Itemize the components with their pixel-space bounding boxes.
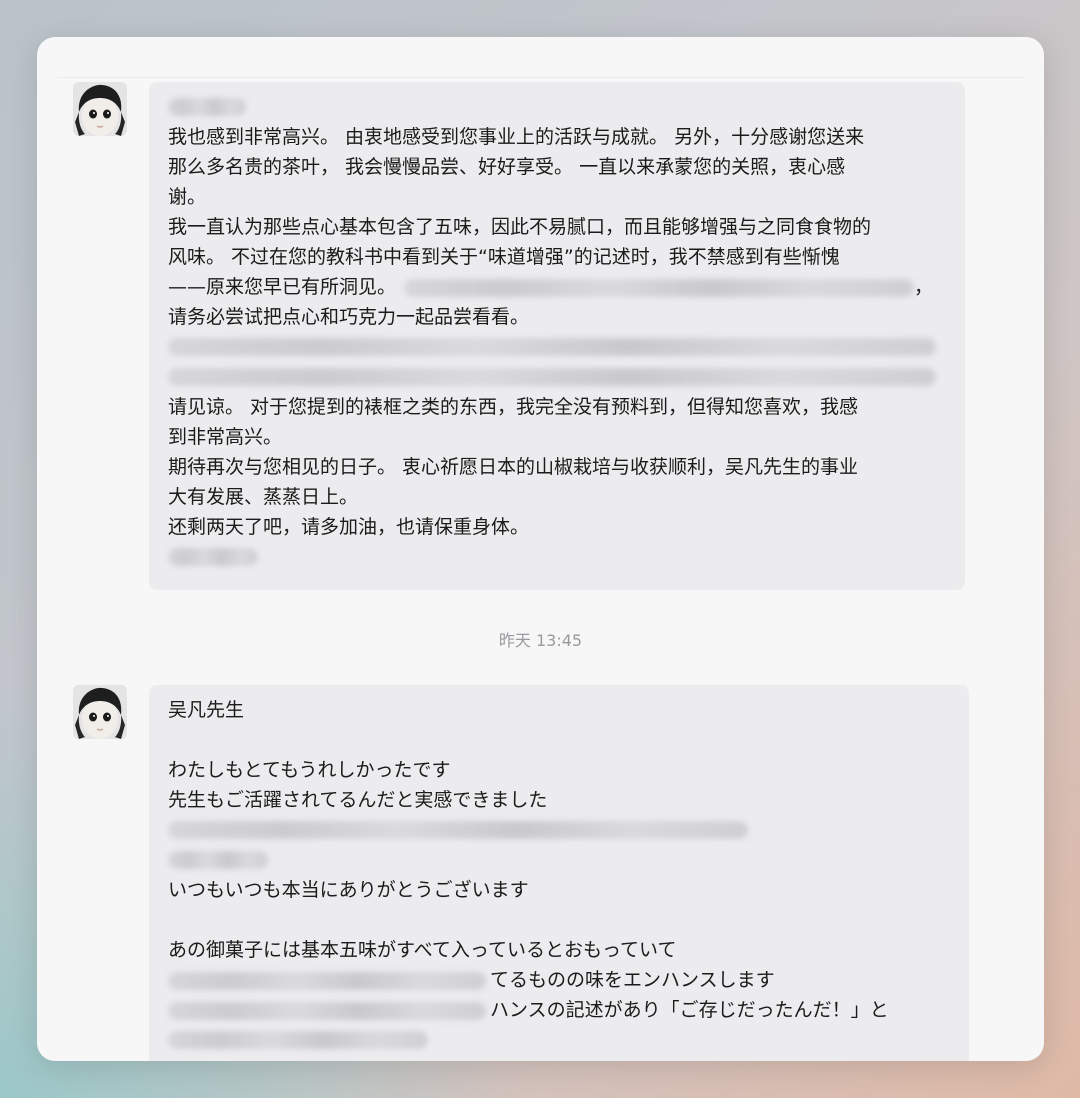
message-text-line: 请见谅。 对于您提到的裱框之类的东西，我完全没有预料到，但得知您喜欢，我感 [168, 396, 859, 418]
message-text-line: 大有发展、蒸蒸日上。 [168, 486, 359, 508]
redacted-text [404, 278, 915, 297]
redacted-text [168, 815, 951, 845]
message-text-line: 到非常高兴。 [168, 426, 283, 448]
message-text-line: 谢。 [168, 186, 207, 208]
message-text-line: 请务必尝试把点心和巧克力一起品尝看看。 [168, 306, 530, 328]
redacted-text [168, 332, 947, 362]
redacted-text [168, 362, 947, 392]
redacted-text [168, 542, 947, 572]
chat-window: 我也感到非常高兴。 由衷地感受到您事业上的活跃与成就。 另外，十分感谢您送来 那… [37, 37, 1044, 1061]
message-text-line: 先生もご活躍されてるんだと実感できました [168, 789, 548, 811]
message-text-segment: てるものの味をエンハンスします [490, 969, 775, 991]
baby-avatar-icon [73, 82, 127, 136]
message-text-line: 我一直认为那些点心基本包含了五味，因此不易腻口，而且能够增强与之同食食物的 [168, 216, 872, 238]
message-text-line: ——原来您早已有所洞见。 ， [168, 272, 947, 302]
message-text-line: 期待再次与您相见的日子。 衷心祈愿日本的山椒栽培与收获顺利，吴凡先生的事业 [168, 456, 859, 478]
avatar[interactable] [73, 82, 127, 136]
divider [57, 77, 1024, 78]
message-text-line: 我也感到非常高兴。 由衷地感受到您事业上的活跃与成就。 另外，十分感谢您送来 [168, 126, 865, 148]
redacted-text [168, 1001, 486, 1020]
message-text-line: あの御菓子には基本五味がすべて入っているとおもっていて [168, 939, 677, 961]
message-text-line: 还剩两天了吧，请多加油，也请保重身体。 [168, 516, 530, 538]
message-text-line: わたしもとてもうれしかったです [168, 759, 451, 781]
sender-name: 吴凡先生 [168, 699, 245, 721]
message-text-segment: ハンスの記述があり「ご存じだったんだ！」と [490, 999, 889, 1021]
message-bubble[interactable]: 我也感到非常高兴。 由衷地感受到您事业上的活跃与成就。 另外，十分感谢您送来 那… [149, 82, 965, 590]
redacted-text [168, 971, 486, 990]
message-text-line: 那么多名贵的茶叶， 我会慢慢品尝、好好享受。 一直以来承蒙您的关照，衷心感 [168, 156, 846, 178]
message-text-segment: ——原来您早已有所洞见。 [168, 276, 397, 298]
message-text-line: ハンスの記述があり「ご存じだったんだ！」と [168, 995, 951, 1025]
redacted-text [168, 845, 951, 875]
message-text-line: いつもいつも本当にありがとうございます [168, 879, 529, 901]
message-timestamp: 昨天 13:45 [498, 631, 583, 650]
baby-avatar-icon [73, 685, 127, 739]
message-text-segment: ， [914, 276, 934, 298]
message-text-line: 风味。 不过在您的教科书中看到关于“味道增强”的记述时，我不禁感到有些惭愧 [168, 246, 840, 268]
avatar[interactable] [73, 685, 127, 739]
redacted-text [168, 1025, 951, 1055]
sender-name-redacted [168, 92, 947, 122]
message-text-line: てるものの味をエンハンスします [168, 965, 951, 995]
message-bubble[interactable]: 吴凡先生 わたしもとてもうれしかったです 先生もご活躍されてるんだと実感できまし… [149, 685, 969, 1061]
